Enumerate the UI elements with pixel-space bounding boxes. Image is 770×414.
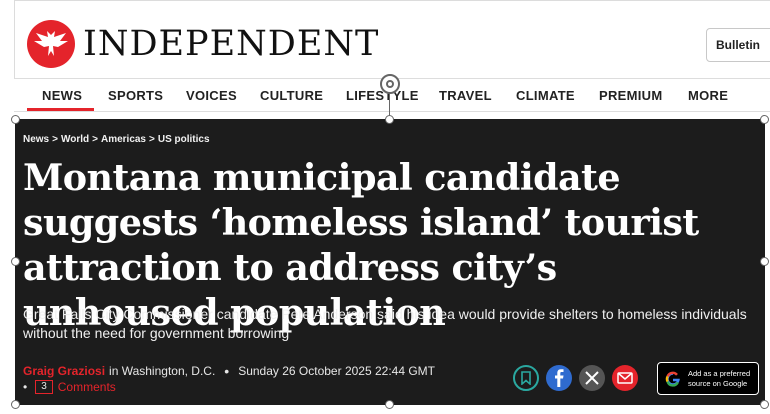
nav-item-voices[interactable]: VOICES: [186, 88, 237, 103]
breadcrumb: News > World > Americas > US politics: [23, 134, 210, 145]
rotate-handle[interactable]: [380, 74, 400, 94]
facebook-icon[interactable]: [546, 365, 572, 391]
resize-handle-bottom-left[interactable]: [11, 400, 20, 409]
breadcrumb-world[interactable]: World: [61, 134, 89, 145]
resize-handle-bottom[interactable]: [385, 400, 394, 409]
logo-wordmark: INDEPENDENT: [83, 23, 380, 64]
nav-item-culture[interactable]: CULTURE: [260, 88, 323, 103]
google-preferred-text: Add as a preferred source on Google: [688, 369, 750, 389]
resize-handle-top-left[interactable]: [11, 115, 20, 124]
frame-top-border: [14, 0, 770, 1]
comments-count-badge[interactable]: 3: [35, 380, 53, 394]
comments-link[interactable]: Comments: [58, 380, 116, 394]
nav-item-sports[interactable]: SPORTS: [108, 88, 163, 103]
google-pref-line1: Add as a preferred: [688, 368, 751, 378]
comments-bullet: •: [23, 380, 28, 394]
byline-separator: •: [224, 363, 230, 379]
x-icon[interactable]: [579, 365, 605, 391]
resize-handle-top-right[interactable]: [760, 115, 769, 124]
author-link[interactable]: Graig Graziosi: [23, 364, 105, 378]
article-header: News > World > Americas > US politics Montana …: [15, 119, 765, 405]
nav-item-premium[interactable]: PREMIUM: [599, 88, 663, 103]
google-g-icon: [665, 371, 680, 387]
byline: Graig Graziosi in Washington, D.C. • Sun…: [23, 363, 435, 379]
frame-left-border: [14, 0, 15, 78]
article-standfirst: Great Falls City Commissioner candidate …: [23, 306, 747, 341]
eagle-logo-icon: [27, 20, 75, 68]
breadcrumb-news[interactable]: News: [23, 134, 49, 145]
email-icon[interactable]: [612, 365, 638, 391]
resize-handle-left[interactable]: [11, 257, 20, 266]
comments-row[interactable]: • 3 Comments: [23, 380, 116, 394]
nav-item-more[interactable]: MORE: [688, 88, 728, 103]
google-pref-line2: source on Google: [688, 378, 748, 388]
resize-handle-top[interactable]: [385, 115, 394, 124]
nav-item-climate[interactable]: CLIMATE: [516, 88, 575, 103]
resize-handle-bottom-right[interactable]: [760, 400, 769, 409]
nav-item-news[interactable]: NEWS: [42, 88, 82, 103]
bulletin-button[interactable]: Bulletin: [706, 28, 770, 62]
nav-item-travel[interactable]: TRAVEL: [439, 88, 492, 103]
publish-date: Sunday 26 October 2025 22:44 GMT: [238, 364, 435, 378]
resize-handle-right[interactable]: [760, 257, 769, 266]
byline-location: in Washington, D.C.: [109, 364, 216, 378]
bookmark-icon[interactable]: [513, 365, 539, 391]
nav-active-indicator: [27, 108, 94, 111]
site-logo[interactable]: INDEPENDENT: [27, 20, 379, 68]
breadcrumb-americas[interactable]: Americas: [101, 134, 146, 145]
google-preferred-source-button[interactable]: Add as a preferred source on Google: [657, 362, 759, 395]
breadcrumb-us-politics[interactable]: US politics: [158, 134, 210, 145]
